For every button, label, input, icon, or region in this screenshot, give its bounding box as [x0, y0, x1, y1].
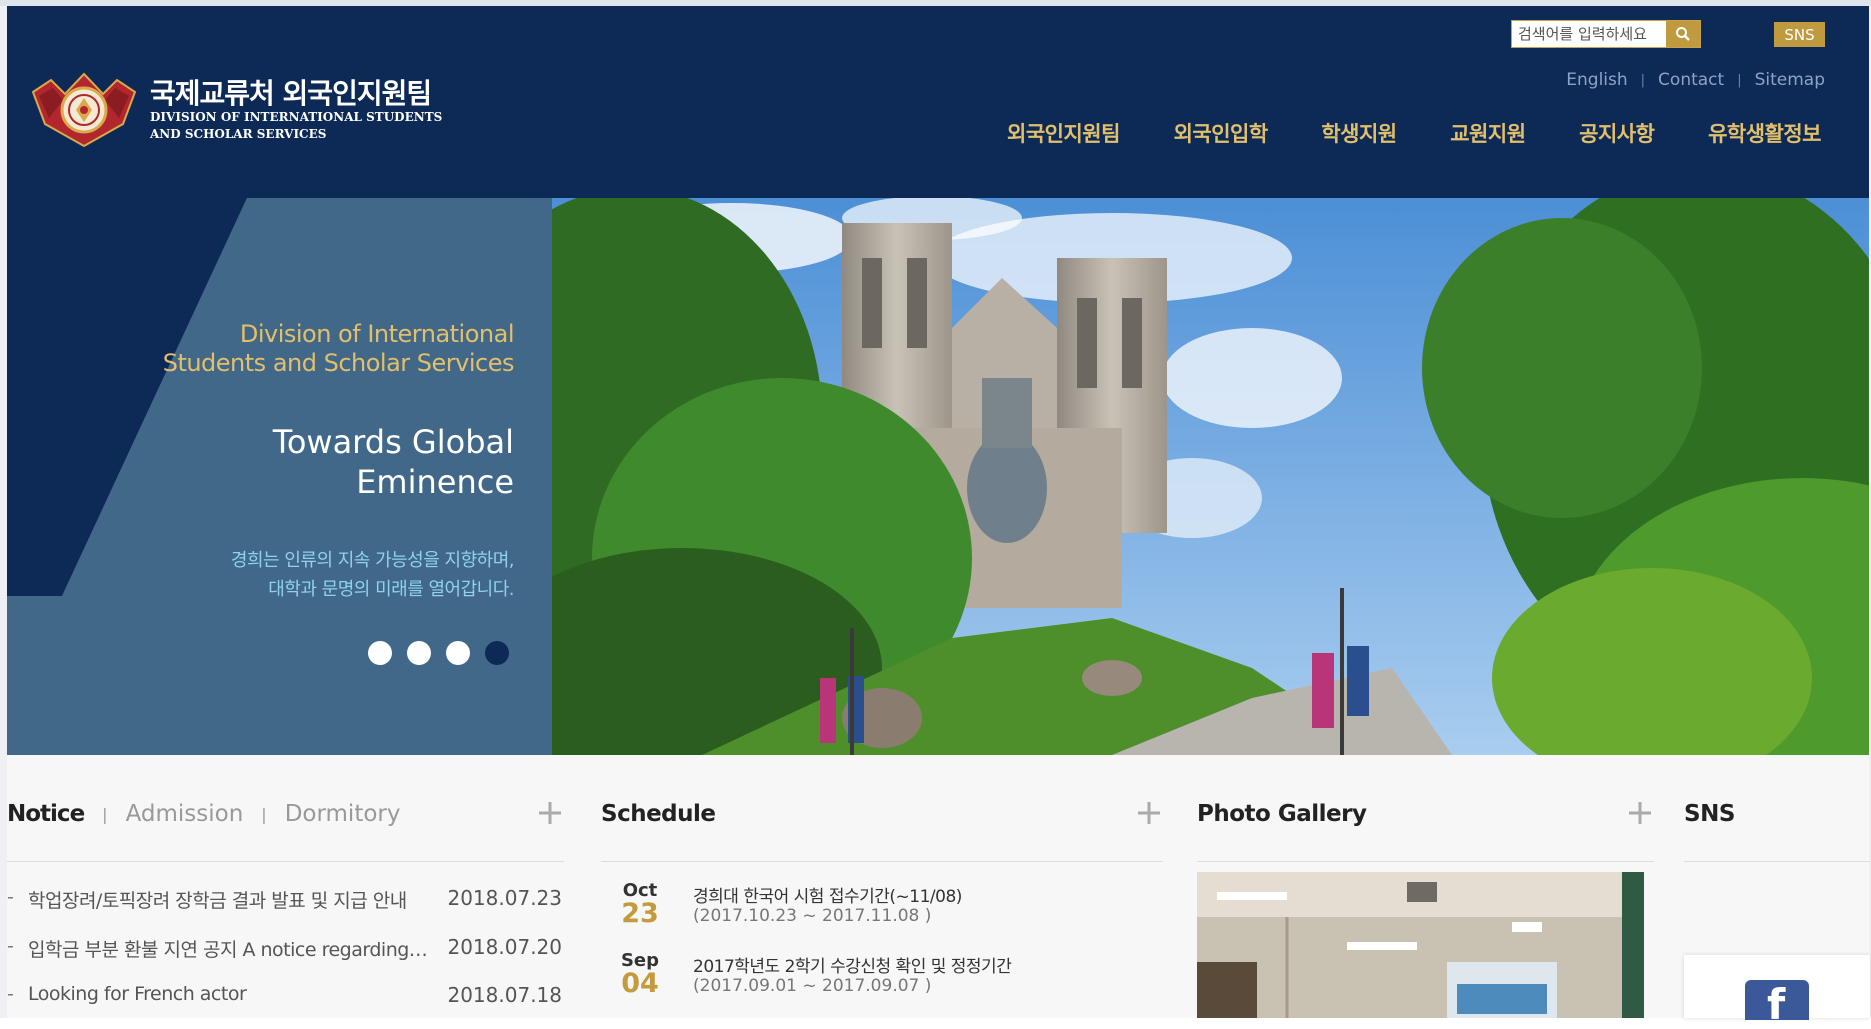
notice-item[interactable]: - 입학금 부분 환불 지연 공지 A notice regarding ref… — [7, 935, 562, 965]
schedule-more-button[interactable] — [1135, 799, 1163, 827]
slide-dot-1[interactable] — [368, 641, 392, 665]
sns-title: SNS — [1684, 801, 1735, 827]
hero-desc-line1: 경희는 인류의 지속 가능성을 지향하며, — [230, 550, 515, 571]
notice-title[interactable]: 학업장려/토픽장려 장학금 결과 발표 및 지급 안내 — [28, 886, 428, 913]
notice-more-button[interactable] — [536, 799, 564, 827]
search-box — [1511, 20, 1701, 48]
hero-subtitle: Division of International Students and S… — [34, 320, 515, 378]
tab-separator: | — [102, 804, 108, 824]
hero-subtitle-line1: Division of International — [239, 320, 515, 348]
utility-separator: | — [1640, 72, 1646, 88]
nav-item-admission[interactable]: 외국인입학 — [1174, 118, 1269, 148]
nav-item-notices[interactable]: 공지사항 — [1579, 118, 1655, 148]
sns-section-header: SNS — [1684, 801, 1870, 862]
brand-en-line2: AND SCHOLAR SERVICES — [150, 127, 327, 141]
brand-en-line1: DIVISION OF INTERNATIONAL STUDENTS — [150, 110, 443, 124]
schedule-event[interactable]: 2017학년도 2학기 수강신청 확인 및 정정기간 — [693, 952, 1012, 977]
notice-date: 2018.07.18 — [447, 983, 562, 1007]
site-header: 국제교류처 외국인지원팀 DIVISION OF INTERNATIONAL S… — [7, 6, 1869, 198]
hero-subtitle-line2: Students and Scholar Services — [162, 349, 515, 377]
nav-item-foreigner-support[interactable]: 외국인지원팀 — [1007, 118, 1120, 148]
tab-admission[interactable]: Admission — [126, 801, 244, 827]
search-input[interactable] — [1512, 21, 1666, 47]
main-navigation: 외국인지원팀 외국인입학 학생지원 교원지원 공지사항 유학생활정보 — [1007, 118, 1821, 148]
search-icon — [1676, 27, 1690, 41]
hero-title-line1: Towards Global — [272, 423, 514, 461]
sns-card: f — [1684, 955, 1870, 1026]
search-button[interactable] — [1666, 21, 1700, 47]
brand-name-korean[interactable]: 국제교류처 외국인지원팀 — [150, 72, 432, 112]
university-crest-logo[interactable] — [29, 66, 139, 148]
tab-dormitory[interactable]: Dormitory — [285, 801, 401, 827]
schedule-range: (2017.10.23 ~ 2017.11.08 ) — [693, 906, 932, 926]
notice-title[interactable]: Looking for French actor — [28, 983, 428, 1005]
schedule-title: Schedule — [601, 801, 716, 827]
schedule-range: (2017.09.01 ~ 2017.09.07 ) — [693, 976, 932, 996]
slide-dot-3[interactable] — [446, 641, 470, 665]
notice-item[interactable]: - Looking for French actor 2018.07.18 — [7, 983, 562, 1013]
notice-item[interactable]: - 학업장려/토픽장려 장학금 결과 발표 및 지급 안내 2018.07.23 — [7, 886, 562, 916]
list-bullet: - — [7, 886, 14, 908]
slide-dot-2[interactable] — [407, 641, 431, 665]
nav-item-study-life-info[interactable]: 유학생활정보 — [1708, 118, 1821, 148]
contact-link[interactable]: Contact — [1658, 70, 1724, 90]
brand-name-english: DIVISION OF INTERNATIONAL STUDENTS AND S… — [150, 109, 442, 143]
sns-button[interactable]: SNS — [1774, 22, 1825, 47]
utility-links: English | Contact | Sitemap — [1557, 70, 1825, 90]
schedule-item[interactable]: Oct 23 경희대 한국어 시험 접수기간(~11/08) (2017.10.… — [616, 880, 1176, 942]
notice-section-header: Notice | Admission | Dormitory — [7, 801, 564, 862]
hero-desc-line2: 대학과 문명의 미래를 열어갑니다. — [268, 579, 514, 600]
notice-date: 2018.07.23 — [447, 886, 562, 910]
gallery-title: Photo Gallery — [1197, 801, 1367, 827]
hero-title: Towards Global Eminence — [94, 422, 514, 502]
schedule-event[interactable]: 경희대 한국어 시험 접수기간(~11/08) — [693, 882, 962, 907]
hero-banner: Division of International Students and S… — [7, 198, 1869, 755]
main-content: Notice | Admission | Dormitory - 학업장려/토픽… — [7, 755, 1870, 1026]
sitemap-link[interactable]: Sitemap — [1755, 70, 1825, 90]
facebook-icon[interactable]: f — [1745, 980, 1809, 1026]
facebook-letter-f: f — [1767, 980, 1786, 1029]
list-bullet: - — [7, 983, 14, 1005]
notice-title[interactable]: 입학금 부분 환불 지연 공지 A notice regarding refun… — [28, 935, 428, 962]
tab-separator: | — [261, 804, 267, 824]
nav-item-faculty-support[interactable]: 교원지원 — [1450, 118, 1526, 148]
campus-cathedral-photo — [552, 198, 1869, 755]
page: 국제교류처 외국인지원팀 DIVISION OF INTERNATIONAL S… — [0, 0, 1871, 1026]
schedule-item[interactable]: Sep 04 2017학년도 2학기 수강신청 확인 및 정정기간 (2017.… — [616, 950, 1176, 1012]
utility-separator: | — [1737, 72, 1742, 88]
plus-icon — [539, 802, 561, 824]
window-frame-left — [0, 6, 7, 1018]
schedule-day: 04 — [621, 968, 659, 999]
nav-item-student-support[interactable]: 학생지원 — [1321, 118, 1397, 148]
notice-date: 2018.07.20 — [447, 935, 562, 959]
schedule-day: 23 — [621, 898, 659, 929]
list-bullet: - — [7, 935, 14, 957]
schedule-section-header: Schedule — [601, 801, 1163, 862]
gallery-section-header: Photo Gallery — [1197, 801, 1654, 862]
plus-icon — [1629, 802, 1651, 824]
slide-dot-4[interactable] — [485, 641, 509, 665]
slide-pagination — [368, 641, 509, 665]
hero-title-line2: Eminence — [356, 463, 514, 501]
tab-notice[interactable]: Notice — [7, 801, 85, 827]
gallery-photo-thumbnail[interactable] — [1197, 872, 1644, 1018]
notice-tabs: Notice | Admission | Dormitory — [7, 801, 400, 827]
english-link[interactable]: English — [1566, 70, 1627, 90]
hero-description: 경희는 인류의 지속 가능성을 지향하며, 대학과 문명의 미래를 열어갑니다. — [34, 546, 515, 604]
gallery-more-button[interactable] — [1626, 799, 1654, 827]
plus-icon — [1138, 802, 1160, 824]
